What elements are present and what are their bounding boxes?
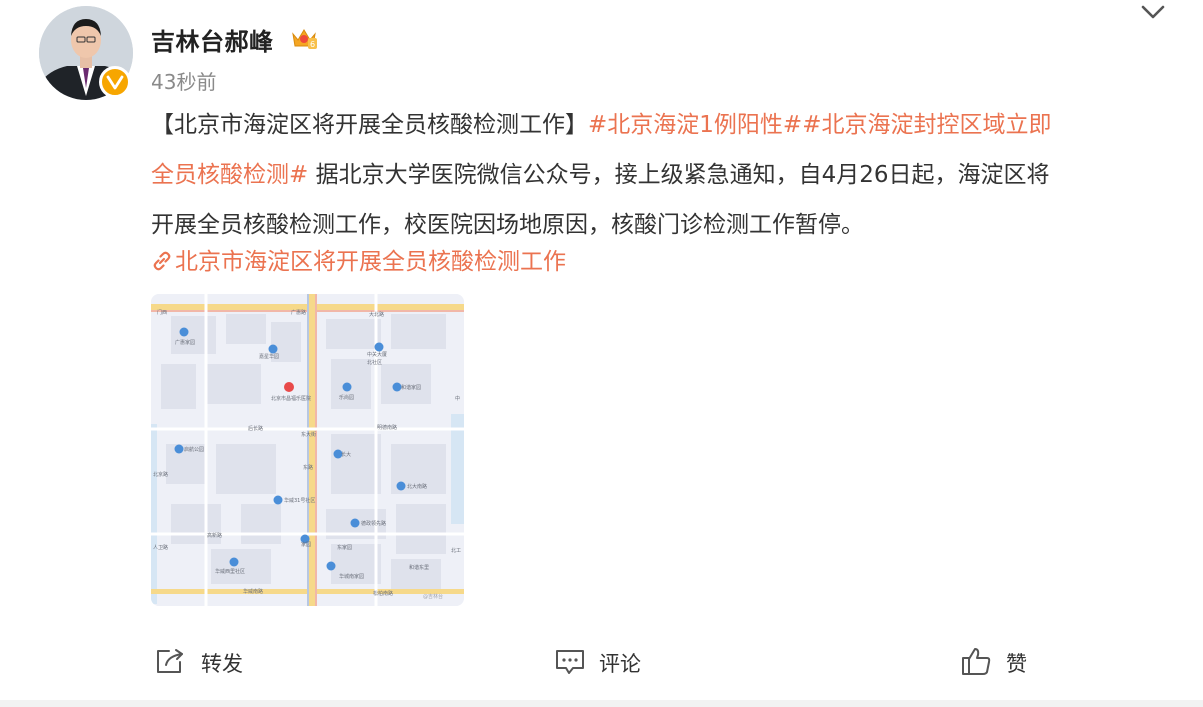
like-button[interactable]: 赞 [960, 640, 1027, 686]
map-label: 启航公园 [184, 446, 204, 453]
map-label: 华城南家园 [339, 573, 364, 580]
article-link[interactable]: 北京市海淀区将开展全员核酸检测工作 [151, 242, 566, 276]
map-road-label: 大北路 [369, 311, 384, 318]
weibo-post-card: 吉林台郝峰 6 43秒前 【北京市海淀区将开展全员核酸检测工作】#北京海淀1例阳… [0, 0, 1203, 707]
map-label: 华威31号社区 [284, 497, 315, 504]
map-road-label: 东路 [303, 464, 313, 471]
chevron-down-icon[interactable] [1140, 2, 1166, 22]
map-road-label: 后长路 [248, 425, 263, 432]
repost-label: 转发 [201, 652, 243, 676]
map-label: 高新路 [207, 532, 222, 539]
map-watermark: @吉林台 [423, 593, 443, 600]
comment-label: 评论 [599, 652, 641, 676]
map-label: 北工 [451, 547, 461, 554]
map-label: 中 [455, 395, 460, 402]
map-label: 北社区 [367, 359, 382, 366]
map-road-label: 明德南路 [377, 424, 397, 431]
map-label: 家园 [301, 541, 311, 548]
map-label: 门西 [157, 309, 167, 316]
map-label: 嘉星华园 [259, 353, 279, 360]
map-label: 和谐家园 [401, 384, 421, 391]
post-body-text: 开展全员核酸检测工作，校医院因场地原因，核酸门诊检测工作暂停。 [151, 212, 864, 238]
crown-icon[interactable]: 6 [290, 26, 318, 52]
map-label: 东大街 [301, 431, 316, 438]
map-label: 中关大厦 [367, 351, 387, 358]
map-label: 人卫路 [153, 544, 168, 551]
comment-button[interactable]: 评论 [555, 640, 641, 686]
action-bar: 转发 评论 赞 [0, 640, 1203, 686]
map-label: 乐尚园 [339, 394, 354, 401]
comment-icon [555, 647, 585, 680]
map-road-label: 广惠路 [291, 309, 306, 316]
map-road-label: 松柏南路 [373, 590, 393, 597]
map-road-label: 华威南路 [243, 588, 263, 595]
map-label: 德政领先路 [361, 520, 386, 527]
hashtag-link[interactable]: #北京海淀封控区域立即 [802, 112, 1051, 138]
map-label: 北大南路 [407, 483, 427, 490]
thumbs-up-icon [960, 645, 992, 682]
map-label: 华威西里社区 [215, 568, 245, 575]
svg-text:6: 6 [310, 40, 315, 49]
article-link-text: 北京市海淀区将开展全员核酸检测工作 [175, 249, 566, 275]
map-label: 和谐东里 [409, 564, 429, 571]
like-label: 赞 [1006, 652, 1027, 676]
map-label: 北京市昌福乐医院 [271, 395, 311, 402]
map-label: 北京路 [153, 471, 168, 478]
repost-button[interactable]: 转发 [155, 640, 243, 686]
card-bottom-border [0, 700, 1203, 707]
link-icon [151, 249, 175, 275]
map-image[interactable]: 广惠路 门西 大北路 广惠家园 嘉星华园 北京市昌福乐医院 后长路 中关大厦 北… [151, 294, 464, 606]
map-label: 长大 [341, 451, 351, 458]
post-title: 【北京市海淀区将开展全员核酸检测工作】 [151, 112, 588, 138]
post-content: 【北京市海淀区将开展全员核酸检测工作】#北京海淀1例阳性##北京海淀封控区域立即… [151, 100, 1166, 250]
verified-v-icon [99, 66, 131, 98]
map-label: 广惠家园 [175, 339, 195, 346]
hashtag-link[interactable]: 全员核酸检测# [151, 162, 308, 188]
author-name[interactable]: 吉林台郝峰 [151, 22, 274, 57]
hashtag-link[interactable]: #北京海淀1例阳性# [588, 112, 802, 138]
map-label: 东家园 [337, 544, 352, 551]
post-body-text: 据北京大学医院微信公众号，接上级紧急通知，自4月26日起，海淀区将 [308, 162, 1050, 188]
post-time[interactable]: 43秒前 [151, 66, 216, 95]
share-icon [155, 647, 187, 680]
